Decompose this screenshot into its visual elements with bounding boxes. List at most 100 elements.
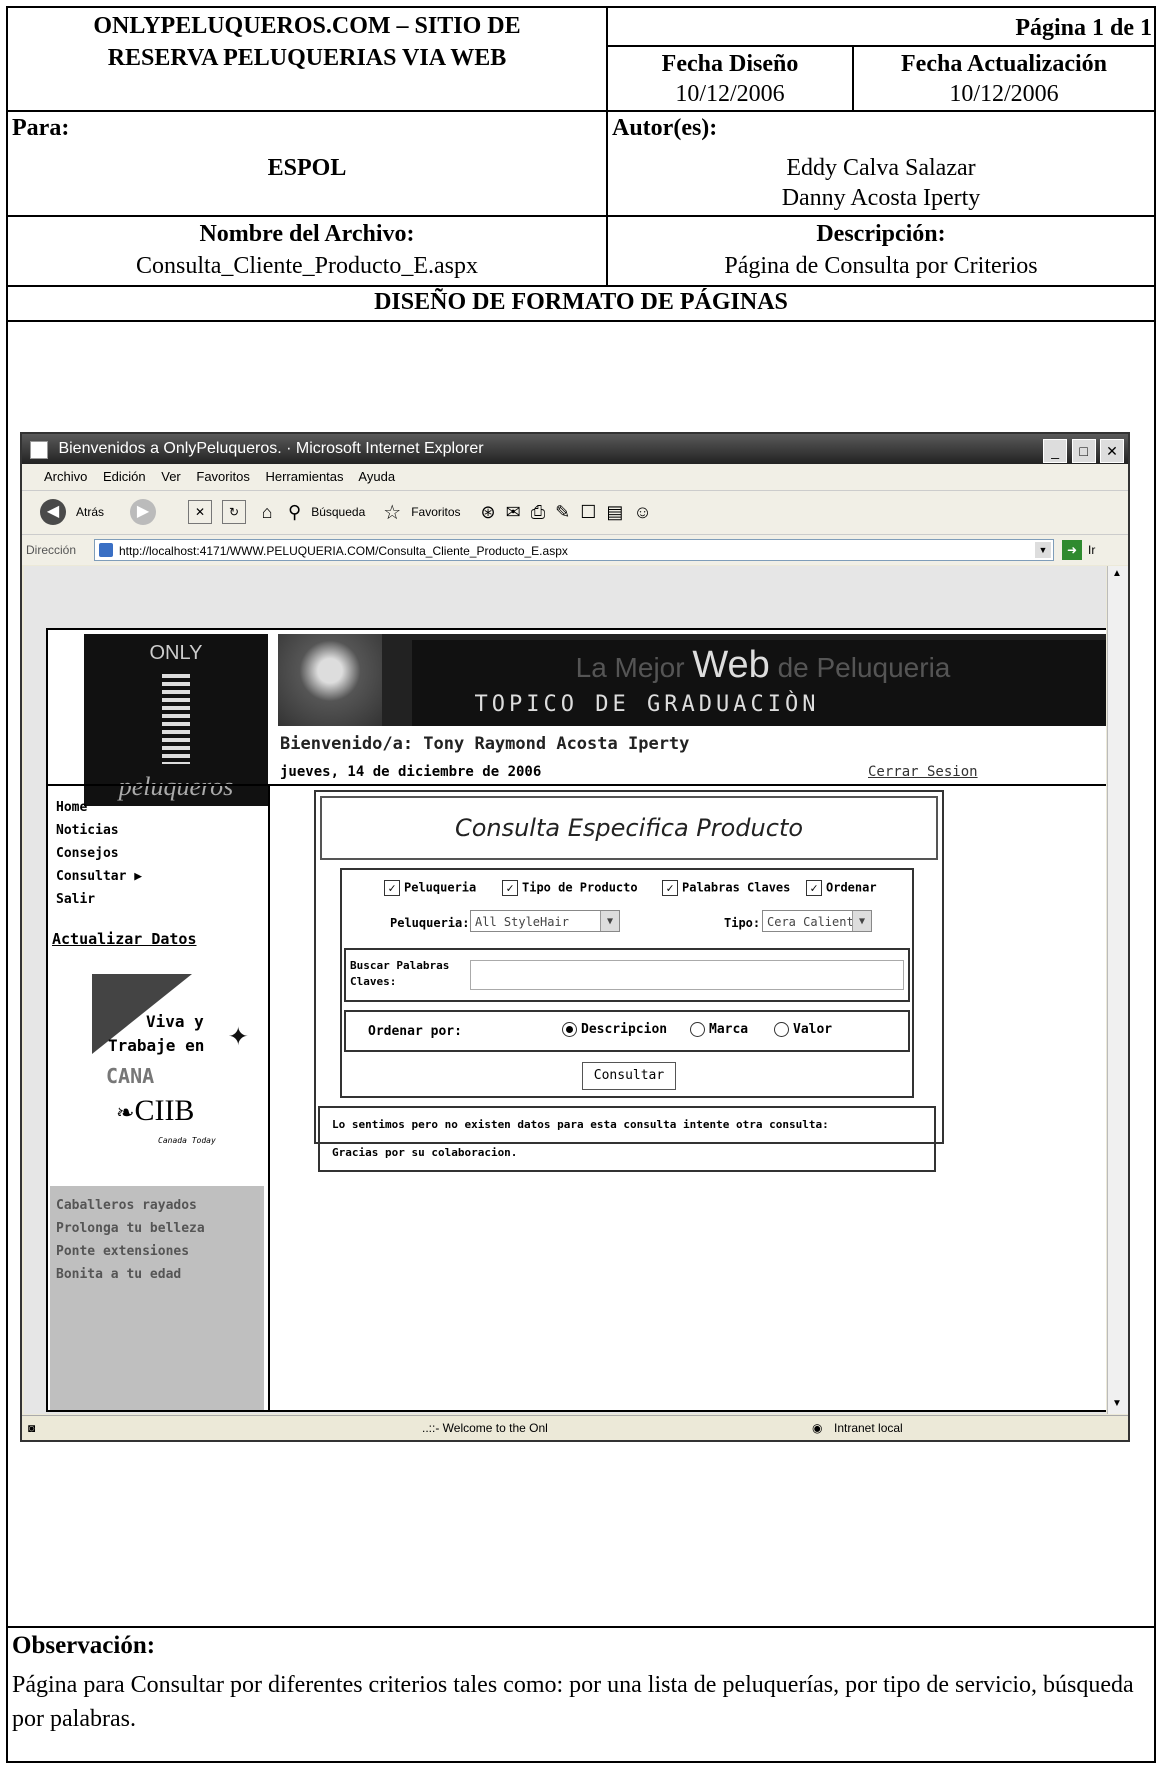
para-value: ESPOL [267, 155, 347, 181]
site-logo: ONLY peluqueros [84, 634, 268, 806]
check-icon: ✓ [662, 880, 678, 896]
address-url: http://localhost:4171/WWW.PELUQUERIA.COM… [119, 544, 568, 558]
banner-photo [278, 634, 382, 726]
chk-palabras-claves[interactable]: ✓ Palabras Claves [662, 880, 790, 896]
nav-consultar[interactable]: Consultar ▶ [56, 865, 142, 888]
check-icon: ✓ [806, 880, 822, 896]
radio-marca[interactable]: Marca [690, 1022, 748, 1037]
side-nav: Home Noticias Consejos Consultar ▶ Salir [56, 796, 142, 911]
search-icon[interactable]: ⚲ [288, 502, 301, 523]
divider [8, 110, 1154, 112]
nav-home[interactable]: Home [56, 796, 142, 819]
search-label[interactable]: Búsqueda [311, 505, 365, 519]
message-line1: Lo sentimos pero no existen datos para e… [332, 1118, 829, 1131]
site-page: ONLY peluqueros La Mejor Web de Peluquer… [46, 628, 1106, 1412]
panel-title: Consulta Especifica Producto [320, 796, 938, 860]
menu-ayuda[interactable]: Ayuda [358, 469, 395, 484]
mail-icon[interactable]: ✉ [506, 502, 521, 523]
print-icon[interactable]: ⎙ [531, 502, 545, 523]
descripcion-label: Descripción: [816, 221, 946, 247]
window-title: Bienvenidos a OnlyPeluqueros. · Microsof… [58, 440, 484, 457]
radio-descripcion[interactable]: Descripcion [562, 1022, 667, 1037]
consultar-button[interactable]: Consultar [582, 1062, 676, 1090]
nav-salir[interactable]: Salir [56, 888, 142, 911]
vertical-scrollbar[interactable]: ▲ ▼ [1107, 566, 1128, 1414]
home-icon[interactable]: ⌂ [256, 501, 278, 523]
status-text: ..::- Welcome to the Onl [422, 1421, 548, 1435]
maximize-icon[interactable]: □ [1071, 439, 1096, 463]
chevron-down-icon[interactable]: ▼ [1035, 542, 1051, 558]
forward-arrow-icon[interactable]: ▶ [130, 499, 157, 525]
ad-banner[interactable]: Viva y Trabaje en ✦ CANA ❧CIIB Canada To… [78, 974, 258, 1174]
menu-edicion[interactable]: Edición [103, 469, 146, 484]
browser-window: Bienvenidos a OnlyPeluqueros. · Microsof… [20, 432, 1130, 1442]
page-icon [99, 543, 113, 557]
close-icon[interactable]: ✕ [1100, 439, 1124, 463]
window-controls: _ □ ✕ [1043, 437, 1124, 467]
discuss-icon[interactable]: ☐ [580, 502, 596, 523]
toolbar: ◀ Atrás ▶ ✕ ↻ ⌂ ⚲ Búsqueda ☆ Favoritos ⊛… [22, 490, 1128, 535]
order-box: Ordenar por: Descripcion Marca Valor [344, 1010, 910, 1052]
refresh-icon[interactable]: ↻ [222, 500, 247, 524]
scroll-up-icon[interactable]: ▲ [1110, 568, 1124, 582]
back-arrow-icon[interactable]: ◀ [40, 499, 66, 525]
status-bar: ◙ ..::- Welcome to the Onl ◉ Intranet lo… [22, 1415, 1128, 1440]
chk-peluqueria[interactable]: ✓ Peluqueria [384, 880, 476, 896]
history-icon[interactable]: ⊛ [481, 502, 496, 523]
menu-herramientas[interactable]: Herramientas [265, 469, 343, 484]
scroll-down-icon[interactable]: ▼ [1110, 1398, 1124, 1412]
divider [8, 215, 1154, 217]
date-text: jueves, 14 de diciembre de 2006 [280, 764, 542, 780]
banner-line1: La Mejor Web de Peluqueria [575, 644, 951, 686]
peluqueria-label: Peluqueria: [390, 916, 470, 930]
keywords-box: Buscar Palabras Claves: [344, 948, 910, 1002]
banner-text-area: La Mejor Web de Peluqueria TOPICO DE GRA… [412, 640, 1106, 726]
promo-item[interactable]: Ponte extensiones [56, 1240, 264, 1263]
doc-title-line1: ONLYPELUQUEROS.COM – SITIO DE [93, 13, 521, 39]
logout-link[interactable]: Cerrar Sesion [868, 764, 978, 780]
page-number: Página 1 de 1 [1015, 15, 1152, 41]
address-input[interactable]: http://localhost:4171/WWW.PELUQUERIA.COM… [94, 539, 1054, 561]
promo-item[interactable]: Prolonga tu belleza [56, 1217, 264, 1240]
stop-icon[interactable]: ✕ [188, 500, 213, 524]
chk-tipo-producto[interactable]: ✓ Tipo de Producto [502, 880, 638, 896]
fecha-actualizacion-value: 10/12/2006 [949, 81, 1059, 107]
divider [8, 320, 1154, 322]
peluqueria-select[interactable]: All StyleHair ▼ [470, 910, 620, 932]
edit-icon[interactable]: ✎ [555, 502, 570, 523]
menu-ver[interactable]: Ver [161, 469, 181, 484]
menu-archivo[interactable]: Archivo [44, 469, 87, 484]
page-done-icon: ◙ [28, 1421, 36, 1435]
favorites-star-icon[interactable]: ☆ [383, 500, 401, 525]
fecha-diseno-label: Fecha Diseño [661, 51, 799, 77]
tipo-select[interactable]: Cera Calient ▼ [762, 910, 872, 932]
intranet-icon: ◉ [812, 1421, 823, 1435]
go-arrow-icon[interactable]: ➜ [1062, 540, 1082, 560]
chk-ordenar[interactable]: ✓ Ordenar [806, 880, 877, 896]
keywords-input[interactable] [470, 960, 904, 990]
promo-item[interactable]: Bonita a tu edad [56, 1263, 264, 1286]
favorites-label[interactable]: Favoritos [411, 505, 460, 519]
menu-favoritos[interactable]: Favoritos [196, 469, 249, 484]
promo-list: Caballeros rayados Prolonga tu belleza P… [50, 1186, 264, 1410]
zone-text: Intranet local [834, 1421, 903, 1435]
caret-right-icon: ▶ [134, 869, 143, 884]
radio-valor[interactable]: Valor [774, 1022, 832, 1037]
update-data-link[interactable]: Actualizar Datos [52, 930, 197, 948]
messenger-icon[interactable]: ☺ [633, 502, 651, 523]
promo-item[interactable]: Caballeros rayados [56, 1194, 264, 1217]
menu-bar: Archivo Edición Ver Favoritos Herramient… [22, 464, 1128, 490]
nav-noticias[interactable]: Noticias [56, 819, 142, 842]
ad-line1: Viva y [146, 1012, 204, 1031]
fecha-actualizacion-label: Fecha Actualización [901, 51, 1107, 77]
tipo-label: Tipo: [724, 916, 761, 930]
ad-small: Canada Today [158, 1136, 216, 1145]
logo-top-text: ONLY [149, 642, 203, 664]
minimize-icon[interactable]: _ [1043, 439, 1068, 463]
research-icon[interactable]: ▤ [606, 502, 623, 523]
go-label[interactable]: Ir [1088, 535, 1095, 565]
divider [8, 285, 1154, 287]
back-label[interactable]: Atrás [76, 505, 104, 519]
nav-consejos[interactable]: Consejos [56, 842, 142, 865]
archivo-label: Nombre del Archivo: [199, 221, 415, 247]
